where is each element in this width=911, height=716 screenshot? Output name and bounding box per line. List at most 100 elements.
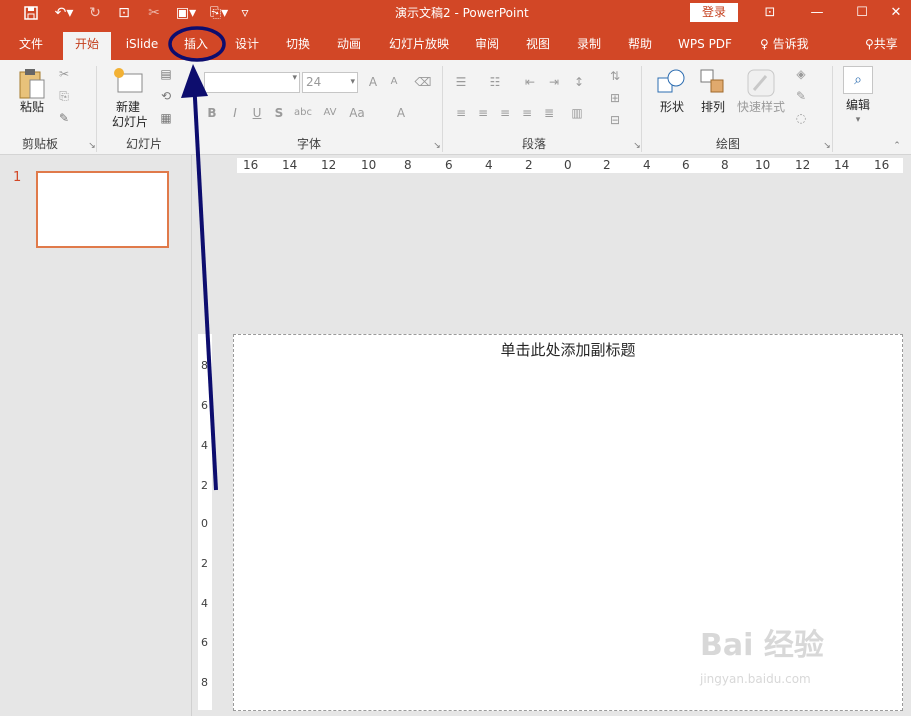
char-spacing-button[interactable]: AV — [318, 105, 342, 121]
tell-me-search[interactable]: ♀ 告诉我 — [760, 32, 809, 56]
shadow-button[interactable]: S — [270, 105, 288, 121]
dialog-launcher-icon[interactable]: ↘ — [628, 138, 646, 154]
tab-view[interactable]: 视图 — [520, 32, 556, 60]
dialog-launcher-icon[interactable]: ↘ — [428, 138, 446, 154]
maximize-icon[interactable]: ☐ — [847, 3, 877, 23]
layout-icon[interactable]: ▤ — [157, 66, 175, 82]
bold-button[interactable]: B — [203, 105, 221, 121]
tab-help[interactable]: 帮助 — [622, 32, 658, 60]
tab-record[interactable]: 录制 — [571, 32, 607, 60]
increase-indent-icon[interactable]: ⇥ — [545, 74, 563, 90]
subtitle-placeholder[interactable]: 单击此处添加副标题 — [234, 339, 902, 360]
minimize-icon[interactable]: — — [802, 3, 832, 23]
dialog-launcher-icon[interactable]: ↘ — [83, 138, 101, 154]
tab-design[interactable]: 设计 — [229, 32, 265, 60]
underline-button[interactable]: U — [248, 105, 266, 121]
tab-home[interactable]: 开始 — [63, 32, 111, 60]
cut-icon[interactable]: ✂ — [55, 66, 73, 82]
align-center-icon[interactable]: ≡ — [474, 105, 492, 121]
line-spacing-icon[interactable]: ↕ — [570, 74, 588, 90]
find-icon[interactable]: ⌕ — [843, 66, 873, 94]
layout-icon[interactable]: ▣▾ — [172, 3, 200, 23]
separator — [641, 66, 642, 152]
slides-group-label: 幻灯片 — [126, 137, 163, 151]
paste-button[interactable]: 粘贴 — [18, 100, 46, 115]
format-painter-icon[interactable]: ✎ — [55, 110, 73, 126]
strikethrough-button[interactable]: abc — [291, 105, 315, 121]
align-right-icon[interactable]: ≡ — [496, 105, 514, 121]
new-icon[interactable]: ⎘▾ — [207, 3, 231, 23]
shapes-button[interactable]: 形状 — [656, 100, 688, 115]
tab-file[interactable]: 文件 — [14, 32, 48, 60]
tab-slideshow[interactable]: 幻灯片放映 — [384, 32, 454, 60]
collapse-ribbon-icon[interactable]: ⌃ — [888, 138, 906, 154]
grow-font-icon[interactable]: A — [364, 74, 382, 90]
login-button[interactable]: 登录 — [690, 3, 738, 22]
align-left-icon[interactable]: ≡ — [452, 105, 470, 121]
close-icon[interactable]: ✕ — [881, 3, 911, 23]
save-icon[interactable] — [22, 3, 40, 26]
smartart-icon[interactable]: ⊟ — [606, 112, 624, 128]
undo-icon[interactable]: ↶▾ — [52, 3, 76, 23]
chevron-down-icon: ▾ — [350, 77, 355, 87]
numbering-icon[interactable]: ☷ — [486, 74, 504, 90]
drawing-group-label: 绘图 — [716, 137, 741, 151]
tab-animations[interactable]: 动画 — [331, 32, 367, 60]
cut-icon[interactable]: ✂ — [145, 3, 163, 23]
quick-styles-button[interactable]: 快速样式 — [734, 100, 788, 115]
new-slide-icon[interactable] — [112, 66, 144, 98]
copy-icon[interactable]: ⎘ — [55, 88, 73, 104]
font-size-combobox[interactable]: 24 ▾ — [302, 72, 358, 93]
dialog-launcher-icon[interactable]: ↘ — [818, 138, 836, 154]
clipboard-group-label: 剪贴板 — [22, 137, 59, 151]
shapes-icon[interactable] — [656, 68, 688, 98]
tab-insert[interactable]: 插入 — [176, 32, 216, 60]
ruler-tick: 2 — [525, 158, 533, 172]
clear-format-icon[interactable]: ⌫ — [414, 74, 432, 90]
section-icon[interactable]: ▦ — [157, 110, 175, 126]
italic-button[interactable]: I — [226, 105, 244, 121]
slide-thumbnail[interactable] — [36, 171, 169, 248]
distributed-icon[interactable]: ≣ — [540, 105, 558, 121]
font-color-button[interactable]: A — [392, 105, 410, 121]
new-slide-label-1[interactable]: 新建 — [106, 100, 150, 115]
tab-review[interactable]: 审阅 — [469, 32, 505, 60]
shape-fill-icon[interactable]: ◈ — [792, 66, 810, 82]
tab-wps-pdf[interactable]: WPS PDF — [674, 32, 736, 60]
decrease-indent-icon[interactable]: ⇤ — [521, 74, 539, 90]
shape-effects-icon[interactable]: ◌ — [792, 110, 810, 126]
shrink-font-icon[interactable]: A — [385, 74, 403, 90]
ruler-tick: 16 — [243, 158, 259, 172]
ruler-tick: 8 — [201, 676, 208, 689]
align-text-icon[interactable]: ⊞ — [606, 90, 624, 106]
arrange-icon[interactable] — [699, 68, 727, 98]
ribbon-display-icon[interactable]: ⊡ — [755, 3, 785, 23]
separator — [442, 66, 443, 152]
reset-icon[interactable]: ⟲ — [157, 88, 175, 104]
new-slide-label-2[interactable]: 幻灯片 — [104, 115, 156, 130]
ruler-tick: 6 — [201, 399, 208, 412]
tab-transitions[interactable]: 切换 — [280, 32, 316, 60]
presentation-icon[interactable]: ⊡ — [115, 3, 133, 23]
tab-islide[interactable]: iSlide — [121, 32, 163, 60]
paste-icon[interactable] — [18, 68, 46, 100]
text-direction-icon[interactable]: ⇅ — [606, 68, 624, 84]
share-button[interactable]: ⚲共享 — [865, 32, 898, 56]
window-title: 演示文稿2 - PowerPoint — [395, 6, 529, 20]
change-case-button[interactable]: Aa — [346, 105, 368, 121]
lightbulb-icon: ♀ — [760, 37, 773, 51]
customize-qat-icon[interactable]: ▿ — [238, 3, 252, 23]
columns-icon[interactable]: ▥ — [568, 105, 586, 121]
font-name-combobox[interactable]: ▾ — [204, 72, 300, 93]
redo-icon[interactable]: ↻ — [86, 3, 104, 23]
ruler-tick: 10 — [361, 158, 377, 172]
shape-outline-icon[interactable]: ✎ — [792, 88, 810, 104]
ruler-tick: 8 — [721, 158, 729, 172]
arrange-button[interactable]: 排列 — [698, 100, 728, 115]
justify-icon[interactable]: ≡ — [518, 105, 536, 121]
bullets-icon[interactable]: ☰ — [452, 74, 470, 90]
ruler-tick: 4 — [643, 158, 651, 172]
editing-button[interactable]: 编辑 — [843, 98, 873, 113]
slide-thumbnail-pane: 1 — [0, 155, 192, 716]
quick-styles-icon[interactable] — [746, 68, 776, 98]
